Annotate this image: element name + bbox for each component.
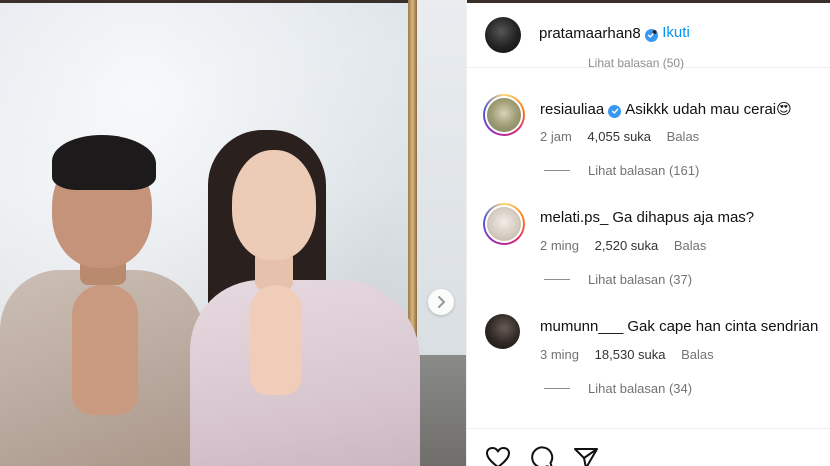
verified-icon [608, 104, 622, 118]
comment-meta: 2 jam 4,055 suka Balas [540, 129, 711, 144]
comment-text: Gak cape han cinta sendrian [627, 318, 819, 335]
comment-text-line: mumunn___ Gak cape han cinta sendrian [540, 318, 818, 335]
comment-username[interactable]: resiauliaa [540, 101, 604, 118]
comment-text-line: resiauliaa Asikkk udah mau cerai😍 [540, 100, 792, 118]
comment-item: mumunn___ Gak cape han cinta sendrian 3 m… [467, 312, 830, 412]
woman-hands [250, 285, 302, 395]
comment-meta: 3 ming 18,530 suka Balas [540, 347, 726, 362]
follow-button[interactable]: Ikuti [662, 24, 690, 41]
header-username[interactable]: pratamaarhan8 [539, 25, 658, 42]
woman-face [232, 150, 316, 260]
avatar[interactable] [483, 94, 525, 136]
comment-text: Asikkk udah mau cerai😍 [625, 101, 792, 118]
next-photo-button[interactable] [428, 289, 454, 315]
chevron-right-icon [438, 296, 445, 308]
comment-text-line: melati.ps_ Ga dihapus aja mas? [540, 209, 754, 226]
avatar[interactable] [483, 203, 525, 245]
reply-button[interactable]: Balas [674, 238, 707, 253]
comment-likes[interactable]: 4,055 suka [587, 129, 651, 144]
view-replies-button[interactable]: Lihat balasan (34) [588, 381, 692, 396]
header-username-text[interactable]: pratamaarhan8 [539, 25, 641, 42]
comment-item: resiauliaa Asikkk udah mau cerai😍 2 jam 4… [467, 94, 830, 194]
reply-divider [544, 388, 570, 389]
comment-time: 3 ming [540, 347, 580, 362]
separator-dot: • [652, 24, 658, 41]
avatar[interactable] [485, 17, 521, 53]
follow-wrap: • Ikuti [652, 24, 690, 41]
partial-view-replies[interactable]: Lihat balasan (50) [588, 56, 684, 70]
comment-text: Ga dihapus aja mas? [612, 209, 755, 226]
comment-likes[interactable]: 18,530 suka [595, 347, 666, 362]
comment-likes[interactable]: 2,520 suka [595, 238, 659, 253]
view-replies-button[interactable]: Lihat balasan (37) [588, 272, 692, 287]
man-hands [72, 285, 138, 415]
avatar[interactable] [485, 314, 520, 349]
reply-button[interactable]: Balas [681, 347, 714, 362]
comment-username[interactable]: mumunn___ [540, 318, 623, 335]
man-hair [52, 135, 156, 190]
woman-dress [190, 280, 420, 466]
share-icon[interactable] [573, 446, 599, 466]
heart-icon[interactable] [485, 446, 511, 466]
reply-divider [544, 279, 570, 280]
comment-time: 2 ming [540, 238, 580, 253]
comment-meta: 2 ming 2,520 suka Balas [540, 238, 718, 253]
action-bar [467, 428, 830, 466]
comment-username[interactable]: melati.ps_ [540, 209, 608, 226]
comment-item: melati.ps_ Ga dihapus aja mas? 2 ming 2,5… [467, 203, 830, 303]
reply-divider [544, 170, 570, 171]
photo-top-strip [0, 0, 466, 3]
reply-button[interactable]: Balas [667, 129, 700, 144]
comments-panel: pratamaarhan8 • Ikuti Lihat balasan (50) … [466, 0, 830, 466]
comment-icon[interactable] [529, 446, 555, 466]
post-photo[interactable] [0, 0, 466, 466]
comment-time: 2 jam [540, 129, 572, 144]
view-replies-button[interactable]: Lihat balasan (161) [588, 163, 699, 178]
gold-frame [408, 0, 417, 360]
